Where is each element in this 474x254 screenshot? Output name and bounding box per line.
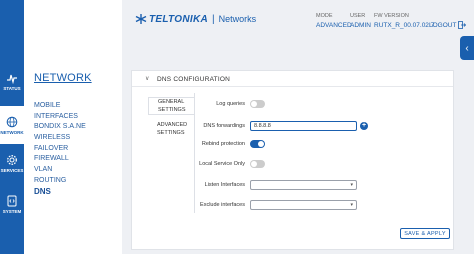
rebind-protection-toggle[interactable] [250,140,265,148]
listen-interfaces-select[interactable]: ▾ [250,180,357,190]
brand-separator: | [212,13,215,25]
tab-general-settings[interactable]: GENERAL SETTINGS [148,97,194,115]
exclude-interfaces-label: Exclude interfaces [200,202,245,208]
system-code-icon [7,195,17,206]
dns-forwardings-label: DNS forwardings [203,123,245,129]
nav-item-mobile[interactable]: MOBILE [34,101,86,112]
rebind-protection-label: Rebind protection [201,141,245,147]
sidebar-item-label: NETWORK [0,129,24,135]
local-service-label: Local Service Only [199,161,245,167]
log-queries-row: Log queries [195,98,265,110]
dns-configuration-card: ∨ DNS CONFIGURATION GENERAL SETTINGS ADV… [131,70,454,250]
exclude-interfaces-row: Exclude interfaces ▾ [195,199,357,211]
main-sidebar: STATUS NETWORK SERVICES SYSTEM [0,0,24,254]
sidebar-item-label: SYSTEM [2,208,22,214]
nav-item-wireless[interactable]: WIRELESS [34,133,86,144]
log-queries-label: Log queries [216,101,245,107]
chevron-left-icon: ‹ [465,42,469,54]
sidebar-item-network[interactable]: NETWORK [0,106,24,144]
card-header[interactable]: ∨ DNS CONFIGURATION [132,71,453,87]
local-service-row: Local Service Only [195,158,265,170]
fw-status: FW VERSION RUTX_R_00.07.02.7 [374,13,434,29]
tab-divider [194,93,195,213]
sidebar-item-status[interactable]: STATUS [0,62,24,100]
top-header: TELTONIKA | Networks MODE ADVANCED USER … [122,0,474,40]
rebind-protection-row: Rebind protection [195,138,265,150]
user-value: ADMIN [350,22,371,29]
nav-item-firewall[interactable]: FIREWALL [34,154,86,165]
dns-forwardings-value: 8.8.8.8 [254,123,271,129]
listen-interfaces-row: Listen Interfaces ▾ [195,179,357,191]
status-pulse-icon [7,74,17,84]
chevron-down-icon: ∨ [145,76,150,82]
sidebar-item-label: SERVICES [0,167,24,173]
chevron-down-icon: ▾ [350,182,353,188]
brand-product: Networks [218,14,257,24]
collapse-panel-button[interactable]: ‹ [460,36,474,60]
sidebar-item-system[interactable]: SYSTEM [0,185,24,223]
save-apply-button[interactable]: SAVE & APPLY [400,228,450,239]
logout-label: LOGOUT [429,21,457,29]
gear-icon [7,154,17,165]
logout-button[interactable]: LOGOUT [429,21,467,29]
teltonika-star-icon [135,14,147,24]
nav-item-routing[interactable]: ROUTING [34,176,86,187]
nav-item-interfaces[interactable]: INTERFACES [34,112,86,123]
tab-advanced-settings[interactable]: ADVANCED SETTINGS [148,121,194,137]
teltonika-logo[interactable]: TELTONIKA | Networks [134,13,256,25]
sidebar-item-services[interactable]: SERVICES [0,144,24,182]
nav-item-dns[interactable]: DNS [34,187,86,198]
mode-status: MODE ADVANCED [316,13,352,29]
chevron-down-icon: ▾ [350,202,353,208]
dns-forwardings-input[interactable]: 8.8.8.8 [250,121,357,131]
mode-value[interactable]: ADVANCED [316,22,352,29]
dns-forwardings-row: DNS forwardings 8.8.8.8 + [195,120,368,132]
section-nav-panel: NETWORK MOBILE INTERFACES BONDIX S.A.NE … [24,0,122,254]
mode-label: MODE [316,13,333,19]
local-service-toggle[interactable] [250,160,265,168]
globe-icon [6,116,18,127]
user-label: USER [350,13,366,19]
add-forwarding-button[interactable]: + [360,122,368,130]
nav-item-bondix[interactable]: BONDIX S.A.NE [34,122,86,133]
nav-list: MOBILE INTERFACES BONDIX S.A.NE WIRELESS… [34,101,86,197]
nav-title: NETWORK [34,72,92,84]
fw-label: FW VERSION [374,13,409,19]
nav-item-failover[interactable]: FAILOVER [34,144,86,155]
nav-item-vlan[interactable]: VLAN [34,165,86,176]
card-title: DNS CONFIGURATION [157,75,230,83]
user-status: USER ADMIN [350,13,371,29]
listen-interfaces-label: Listen Interfaces [204,182,245,188]
brand-name: TELTONIKA [149,13,208,25]
logout-icon [458,21,467,29]
sidebar-item-label: STATUS [3,85,21,91]
fw-value: RUTX_R_00.07.02.7 [374,22,435,29]
exclude-interfaces-select[interactable]: ▾ [250,200,357,210]
log-queries-toggle[interactable] [250,100,265,108]
